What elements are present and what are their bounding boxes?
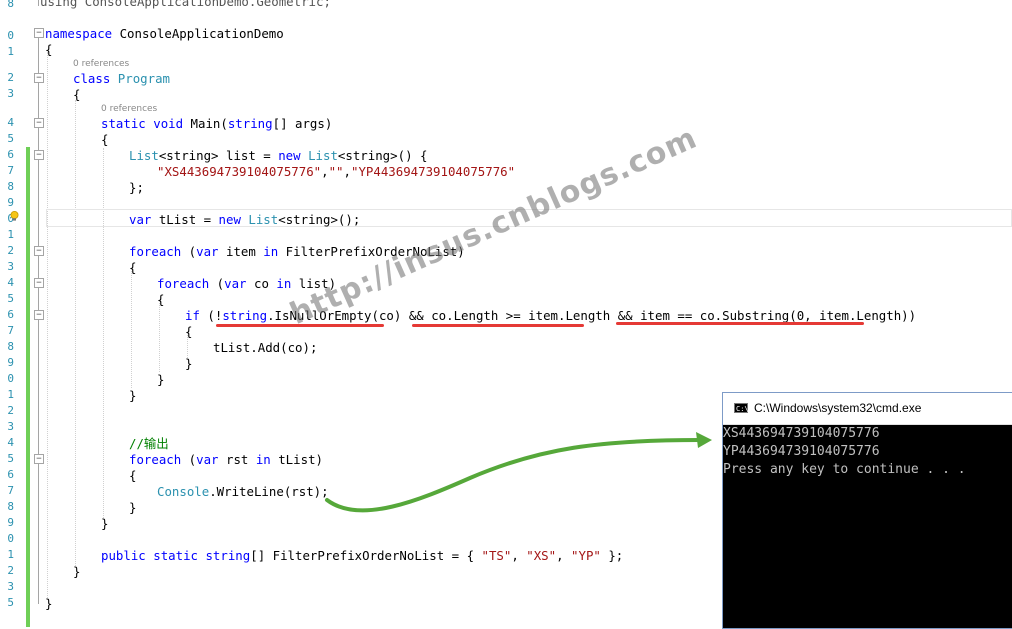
console-title-bar[interactable]: C:\ C:\Windows\system32\cmd.exe [723,393,1012,425]
console-window[interactable]: C:\ C:\Windows\system32\cmd.exe XS443694… [722,392,1012,629]
console-output: XS443694739104075776 YP44369473910407577… [723,425,1012,479]
console-app-icon: C:\ [734,403,749,413]
console-title: C:\Windows\system32\cmd.exe [754,401,922,415]
console-output-line: YP443694739104075776 [723,444,880,459]
code-editor[interactable]: 8 0 1 2 3 4 5 6 7 8 9 0 1 2 3 4 5 6 7 8 … [0,0,1012,629]
console-output-line: XS443694739104075776 [723,426,880,441]
console-output-line: Press any key to continue . . . [723,462,966,477]
